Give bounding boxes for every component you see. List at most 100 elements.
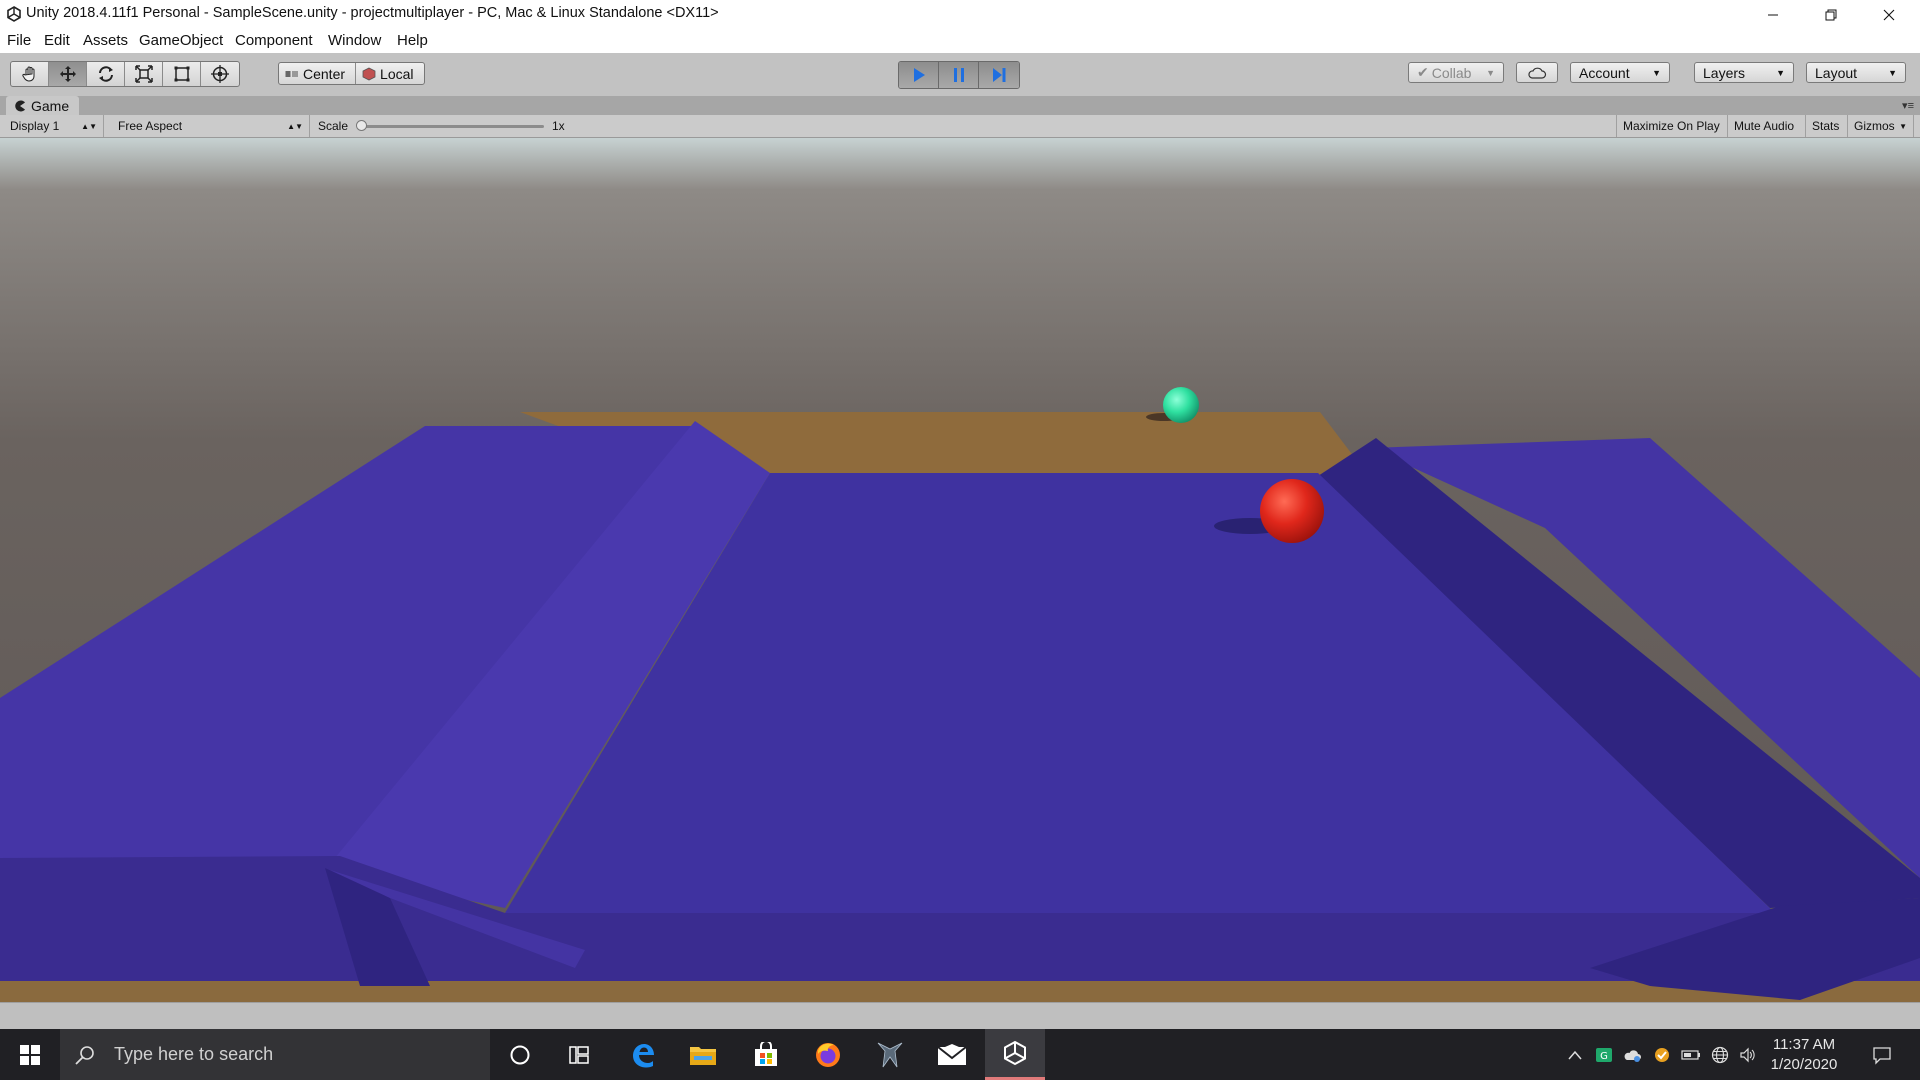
battery-icon: [1681, 1050, 1700, 1060]
mute-audio-toggle[interactable]: Mute Audio: [1728, 115, 1806, 137]
mail-button[interactable]: [922, 1029, 982, 1080]
pivot-local-label: Local: [380, 65, 414, 82]
firefox-button[interactable]: [798, 1029, 858, 1080]
menu-edit[interactable]: Edit: [44, 32, 70, 49]
stats-toggle[interactable]: Stats: [1806, 115, 1848, 137]
hand-tool-button[interactable]: [11, 62, 49, 86]
updown-arrows-icon: ▲▼: [287, 121, 303, 131]
check-icon: ✔: [1417, 64, 1429, 80]
close-button[interactable]: [1860, 0, 1918, 29]
shield-check-icon: [1655, 1048, 1669, 1062]
step-icon: [993, 68, 1006, 82]
maximize-on-play-toggle[interactable]: Maximize On Play: [1616, 115, 1728, 137]
green-player-ball: [1163, 387, 1199, 423]
tray-security-button[interactable]: [1651, 1044, 1673, 1066]
predator-button[interactable]: [860, 1029, 920, 1080]
rect-tool-button[interactable]: [163, 62, 201, 86]
menu-gameobject[interactable]: GameObject: [139, 32, 223, 49]
layers-dropdown[interactable]: Layers ▼: [1694, 62, 1794, 83]
collab-label: Collab: [1431, 64, 1472, 81]
chevron-up-icon: [1568, 1050, 1582, 1060]
gizmos-toggle[interactable]: Gizmos ▼: [1848, 115, 1914, 137]
volume-button[interactable]: [1737, 1044, 1759, 1066]
search-placeholder: Type here to search: [114, 1044, 274, 1064]
scale-tool-icon: [134, 65, 153, 83]
taskbar-search[interactable]: Type here to search: [60, 1029, 490, 1080]
scale-label: Scale: [318, 119, 349, 133]
close-icon: [1883, 9, 1895, 20]
pivot-local-button[interactable]: Local: [356, 63, 423, 84]
file-explorer-button[interactable]: [673, 1029, 733, 1080]
menu-window[interactable]: Window: [328, 32, 381, 49]
game-scene: [0, 138, 1920, 1002]
chevron-down-icon: ▼: [1899, 121, 1907, 131]
search-icon: [75, 1045, 94, 1065]
mute-audio-label: Mute Audio: [1734, 119, 1795, 133]
edge-button[interactable]: [613, 1029, 673, 1080]
tray-cloud-button[interactable]: [1622, 1044, 1644, 1066]
chevron-down-icon: ▼: [1652, 67, 1661, 78]
cortana-button[interactable]: [490, 1029, 550, 1080]
clock-date: 1/20/2020: [1770, 1056, 1838, 1073]
restore-button[interactable]: [1802, 0, 1860, 29]
scale-slider-thumb[interactable]: [356, 120, 367, 131]
minimize-button[interactable]: [1744, 0, 1802, 29]
wood-floor-strip: [0, 981, 1920, 1002]
action-center-button[interactable]: [1858, 1029, 1906, 1080]
taskbar-clock[interactable]: 11:37 AM 1/20/2020: [1758, 1035, 1850, 1075]
svg-text:G: G: [1600, 1051, 1608, 1062]
move-tool-button[interactable]: [49, 62, 87, 86]
display-dropdown[interactable]: Display 1 ▲▼: [4, 115, 104, 137]
edge-icon: [633, 1043, 654, 1067]
unity-logo-icon: [6, 6, 22, 22]
tray-app-button[interactable]: G: [1593, 1044, 1615, 1066]
task-view-button[interactable]: [550, 1029, 610, 1080]
store-button[interactable]: [736, 1029, 796, 1080]
network-button[interactable]: [1709, 1044, 1731, 1066]
game-tab-bar: Game ▾≡: [0, 96, 1920, 115]
start-button[interactable]: [0, 1029, 60, 1080]
menu-file[interactable]: File: [7, 32, 31, 49]
menu-bar: File Edit Assets GameObject Component Wi…: [0, 29, 1920, 53]
tab-game[interactable]: Game: [6, 96, 80, 115]
pivot-center-icon: [285, 70, 298, 77]
predator-icon: [877, 1042, 903, 1067]
window-title: Unity 2018.4.11f1 Personal - SampleScene…: [26, 5, 719, 21]
menu-assets[interactable]: Assets: [83, 32, 128, 49]
play-button[interactable]: [899, 62, 939, 88]
pivot-center-button[interactable]: Center: [279, 63, 357, 84]
game-view[interactable]: [0, 138, 1920, 1002]
step-button[interactable]: [979, 62, 1019, 88]
layout-dropdown[interactable]: Layout ▼: [1806, 62, 1906, 83]
play-icon: [913, 68, 925, 82]
menu-help[interactable]: Help: [397, 32, 428, 49]
scale-value: 1x: [552, 119, 565, 133]
account-label: Account: [1579, 64, 1630, 81]
collab-dropdown[interactable]: ✔ Collab ▼: [1408, 62, 1504, 83]
main-toolbar: Center Local ✔ Collab ▼ Account ▼ Layers…: [0, 53, 1920, 97]
pause-button[interactable]: [939, 62, 979, 88]
display-label: Display 1: [10, 119, 60, 133]
unity-taskbar-button[interactable]: [985, 1029, 1045, 1080]
account-dropdown[interactable]: Account ▼: [1570, 62, 1670, 83]
pivot-center-label: Center: [303, 65, 346, 82]
panel-menu-icon[interactable]: ▾≡: [1902, 99, 1914, 112]
transform-tool-button[interactable]: [201, 62, 239, 86]
unity-icon: [1004, 1040, 1026, 1066]
cloud-icon: [1528, 67, 1547, 79]
cloud-button[interactable]: [1516, 62, 1558, 83]
transform-tool-icon: [211, 65, 229, 83]
file-explorer-icon: [690, 1046, 716, 1065]
aspect-dropdown[interactable]: Free Aspect ▲▼: [112, 115, 310, 137]
scale-tool-button[interactable]: [125, 62, 163, 86]
status-strip: [0, 1002, 1920, 1030]
rotate-tool-button[interactable]: [87, 62, 125, 86]
scale-slider-track[interactable]: [358, 125, 544, 128]
show-hidden-icons-button[interactable]: [1564, 1044, 1586, 1066]
menu-component[interactable]: Component: [235, 32, 313, 49]
chevron-down-icon: ▼: [1776, 67, 1785, 78]
store-icon: [755, 1041, 777, 1066]
windows-taskbar: Type here to search G 11:37 AM 1/20/2020: [0, 1029, 1920, 1080]
speaker-icon: [1740, 1047, 1755, 1063]
battery-button[interactable]: [1680, 1044, 1702, 1066]
